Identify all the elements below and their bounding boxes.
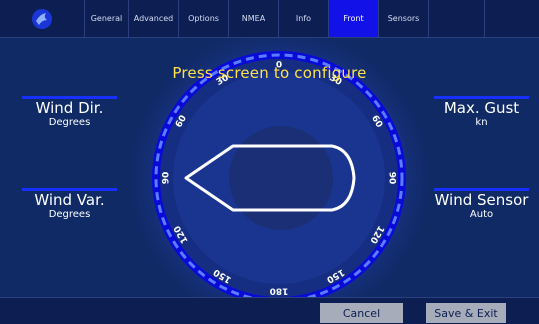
bird-logo-icon[interactable] — [0, 0, 84, 37]
wind-sensor-title: Wind Sensor — [434, 191, 529, 209]
wind-dir-title: Wind Dir. — [35, 99, 104, 117]
wind-sensor-unit: Auto — [469, 209, 494, 220]
dial-label: 90 — [162, 172, 172, 185]
tab-advanced[interactable]: Advanced — [128, 0, 178, 37]
tab-info[interactable]: Info — [278, 0, 328, 37]
instrument-screen[interactable]: 0 30 60 90 120 150 180 150 120 90 60 30 General Adv… — [0, 0, 539, 324]
tab-empty — [484, 0, 539, 37]
tab-sensors[interactable]: Sensors — [378, 0, 428, 37]
cancel-button[interactable]: Cancel — [320, 303, 403, 323]
tab-front[interactable]: Front — [328, 0, 378, 37]
max-gust-unit: kn — [475, 117, 488, 128]
field-divider — [434, 96, 529, 99]
wind-var-field[interactable]: Wind Var. Degrees — [22, 188, 117, 221]
field-divider — [434, 188, 529, 191]
wind-sensor-field[interactable]: Wind Sensor Auto — [434, 188, 529, 221]
field-divider — [22, 96, 117, 99]
save-exit-button[interactable]: Save & Exit — [426, 303, 506, 323]
top-tab-bar: General Advanced Options NMEA Info Front… — [0, 0, 539, 38]
wind-var-title: Wind Var. — [34, 191, 105, 209]
max-gust-field[interactable]: Max. Gust kn — [434, 96, 529, 129]
wind-dial: 0306090120150180150120906030 — [121, 20, 437, 324]
configure-hint: Press screen to configure — [172, 64, 367, 82]
wind-dir-field[interactable]: Wind Dir. Degrees — [22, 96, 117, 129]
dial-center — [229, 126, 333, 230]
tab-nmea[interactable]: NMEA — [228, 0, 278, 37]
tab-empty — [428, 0, 484, 37]
dial-label: 90 — [387, 172, 397, 185]
wind-var-unit: Degrees — [48, 209, 91, 220]
tab-options[interactable]: Options — [178, 0, 228, 37]
max-gust-title: Max. Gust — [443, 99, 520, 117]
tab-general[interactable]: General — [84, 0, 128, 37]
dial-label: 180 — [270, 286, 289, 296]
field-divider — [22, 188, 117, 191]
wind-dir-unit: Degrees — [48, 117, 91, 128]
